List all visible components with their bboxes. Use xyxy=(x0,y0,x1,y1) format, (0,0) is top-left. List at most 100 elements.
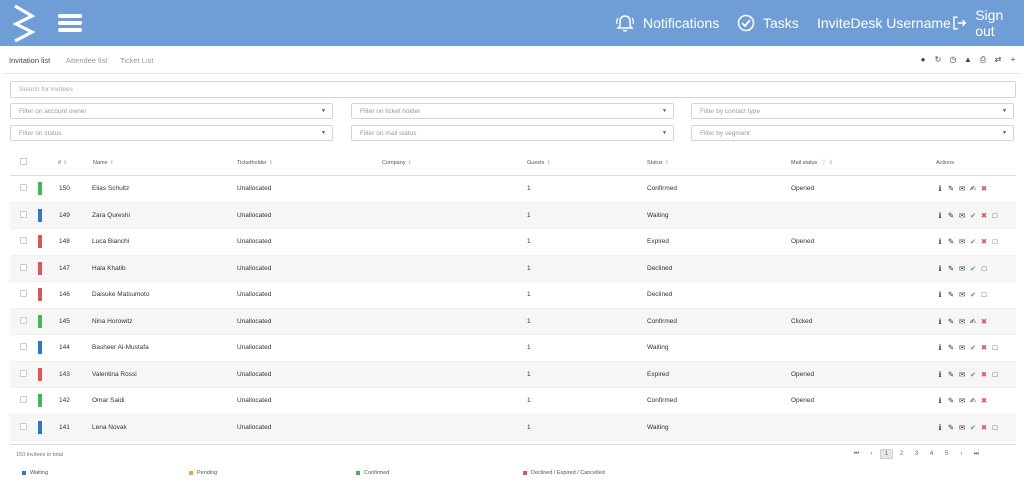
mail-icon[interactable]: ✉ xyxy=(958,237,966,246)
page-3-button[interactable]: 3 xyxy=(910,449,923,459)
row-name[interactable]: Hala Khatib xyxy=(92,265,126,272)
info-icon[interactable]: ℹ xyxy=(936,343,944,352)
check-icon[interactable]: ✔ xyxy=(969,211,977,220)
cross-icon[interactable]: ✖ xyxy=(980,343,988,352)
row-name[interactable]: Basheer Al-Mustafa xyxy=(92,344,149,351)
row-checkbox[interactable] xyxy=(20,422,27,430)
row-name[interactable]: Omar Saidi xyxy=(92,397,125,404)
table-row[interactable]: 150 Elias Schultz Unallocated 1 Confirmed Ope… xyxy=(10,176,1016,203)
row-checkbox[interactable] xyxy=(20,343,27,350)
edit-icon[interactable]: ✎ xyxy=(947,370,955,379)
edit-icon[interactable]: ✎ xyxy=(947,290,955,299)
edit-icon[interactable]: ✎ xyxy=(947,343,955,352)
tasks-link[interactable]: Tasks xyxy=(737,0,799,46)
column-header-status[interactable]: Status ⇕ xyxy=(647,160,669,166)
info-icon[interactable]: ℹ xyxy=(936,264,944,273)
page-1-button[interactable]: 1 xyxy=(880,449,893,459)
cross-icon[interactable]: ✖ xyxy=(980,317,988,326)
row-name[interactable]: Valentina Rossi xyxy=(92,371,137,378)
cross-icon[interactable]: ✖ xyxy=(980,423,988,432)
check-icon[interactable]: ✔ xyxy=(969,343,977,352)
notifications-link[interactable]: Notifications xyxy=(615,0,719,46)
user-menu[interactable]: InviteDesk Username xyxy=(817,0,951,46)
column-header-mail-status[interactable]: Mail status ❔ ⇕ xyxy=(791,160,833,166)
cross-icon[interactable]: ✖ xyxy=(980,237,988,246)
row-name[interactable]: Luca Bianchi xyxy=(92,238,129,245)
page-2-button[interactable]: 2 xyxy=(895,449,908,459)
mail-icon[interactable]: ✉ xyxy=(958,423,966,432)
shuffle-icon[interactable]: ⇄ xyxy=(994,56,1002,64)
row-name[interactable]: Daisuke Matsumoto xyxy=(92,291,149,298)
edit-icon[interactable]: ✎ xyxy=(947,317,955,326)
mail-icon[interactable]: ✉ xyxy=(958,343,966,352)
edit-icon[interactable]: ✎ xyxy=(947,264,955,273)
trash-icon[interactable]: □ xyxy=(991,237,999,246)
trash-icon[interactable]: □ xyxy=(991,343,999,352)
mail-icon[interactable]: ✉ xyxy=(958,290,966,299)
row-checkbox[interactable] xyxy=(20,210,27,218)
page-5-button[interactable]: 5 xyxy=(940,449,953,459)
row-name[interactable]: Nina Horowitz xyxy=(92,318,132,325)
trash-icon[interactable]: □ xyxy=(980,290,988,299)
edit-icon[interactable]: ✎ xyxy=(947,237,955,246)
tab-invitation-list[interactable]: Invitation list xyxy=(9,56,50,65)
row-checkbox[interactable] xyxy=(20,316,27,324)
row-checkbox[interactable] xyxy=(20,237,27,244)
help-icon[interactable]: ❔ xyxy=(821,160,827,166)
select-all-checkbox[interactable] xyxy=(20,158,27,165)
table-row[interactable]: 145 Nina Horowitz Unallocated 1 Confirmed Cli… xyxy=(10,308,1016,335)
check-icon[interactable]: ✔ xyxy=(969,237,977,246)
column-header-num[interactable]: # ⇕ xyxy=(58,160,67,166)
mail-icon[interactable]: ✉ xyxy=(958,396,966,405)
check-icon[interactable]: ✔ xyxy=(969,264,977,273)
column-header-guests[interactable]: Guests ⇕ xyxy=(527,160,551,166)
table-row[interactable]: 144 Basheer Al-Mustafa Unallocated 1 Waiting… xyxy=(10,335,1016,362)
table-row[interactable]: 143 Valentina Rossi Unallocated 1 Expired Ope… xyxy=(10,361,1016,388)
row-name[interactable]: Zara Qureshi xyxy=(92,212,130,219)
upload-icon[interactable]: ▲ xyxy=(964,56,972,64)
edit-icon[interactable]: ✎ xyxy=(947,184,955,193)
cross-icon[interactable]: ✖ xyxy=(980,396,988,405)
trash-icon[interactable]: □ xyxy=(991,423,999,432)
table-row[interactable]: 147 Hala Khatib Unallocated 1 Declined ℹ ✎ ✉ ✔ □ xyxy=(10,255,1016,282)
app-logo-icon[interactable] xyxy=(12,4,36,42)
table-row[interactable]: 142 Omar Saidi Unallocated 1 Confirmed Opened… xyxy=(10,388,1016,415)
note-icon[interactable]: ✍ xyxy=(969,184,977,193)
mail-icon[interactable]: ✉ xyxy=(958,370,966,379)
info-icon[interactable]: ℹ xyxy=(936,184,944,193)
info-icon[interactable]: ℹ xyxy=(936,370,944,379)
menu-toggle-icon[interactable] xyxy=(58,14,82,32)
column-header-name[interactable]: Name ⇕ xyxy=(93,160,114,166)
page-4-button[interactable]: 4 xyxy=(925,449,938,459)
tab-attendee-list[interactable]: Attendee list xyxy=(66,56,107,65)
table-row[interactable]: 146 Daisuke Matsumoto Unallocated 1 Declined… xyxy=(10,282,1016,309)
filter-segment[interactable]: Filter by segment ▼ xyxy=(691,125,1014,141)
column-header-company[interactable]: Company ⇕ xyxy=(382,160,412,166)
row-checkbox[interactable] xyxy=(20,263,27,271)
check-icon[interactable]: ✔ xyxy=(969,370,977,379)
filter-contact-type[interactable]: Filter by contact type ▼ xyxy=(691,103,1014,119)
info-icon[interactable]: ℹ xyxy=(936,317,944,326)
table-row[interactable]: 141 Lena Novak Unallocated 1 Waiting ℹ ✎ ✉ ✔ ✖ □ xyxy=(10,414,1016,441)
filter-ticket-holder[interactable]: Filter on ticket holder ▼ xyxy=(351,103,674,119)
note-icon[interactable]: ✍ xyxy=(969,396,977,405)
filter-mail-status[interactable]: Filter on mail status ▼ xyxy=(351,125,674,141)
info-icon[interactable]: ℹ xyxy=(936,423,944,432)
search-input[interactable]: Search for invitees xyxy=(10,81,1016,98)
info-icon[interactable]: ℹ xyxy=(936,290,944,299)
edit-icon[interactable]: ✎ xyxy=(947,396,955,405)
filter-status[interactable]: Filter on status ▼ xyxy=(10,125,333,141)
cross-icon[interactable]: ✖ xyxy=(980,184,988,193)
row-checkbox[interactable] xyxy=(20,369,27,377)
row-name[interactable]: Lena Novak xyxy=(92,424,127,431)
tab-ticket-list[interactable]: Ticket List xyxy=(120,56,153,65)
note-icon[interactable]: ✍ xyxy=(969,317,977,326)
filter-account-owner[interactable]: Filter on account owner ▼ xyxy=(10,103,333,119)
row-name[interactable]: Elias Schultz xyxy=(92,185,129,192)
first-page-icon[interactable]: ⏮ xyxy=(850,449,863,459)
column-header-ticketholder[interactable]: Ticketholder ⇕ xyxy=(237,160,273,166)
cross-icon[interactable]: ✖ xyxy=(980,211,988,220)
row-checkbox[interactable] xyxy=(20,290,27,297)
mail-icon[interactable]: ✉ xyxy=(958,317,966,326)
info-icon[interactable]: ℹ xyxy=(936,211,944,220)
